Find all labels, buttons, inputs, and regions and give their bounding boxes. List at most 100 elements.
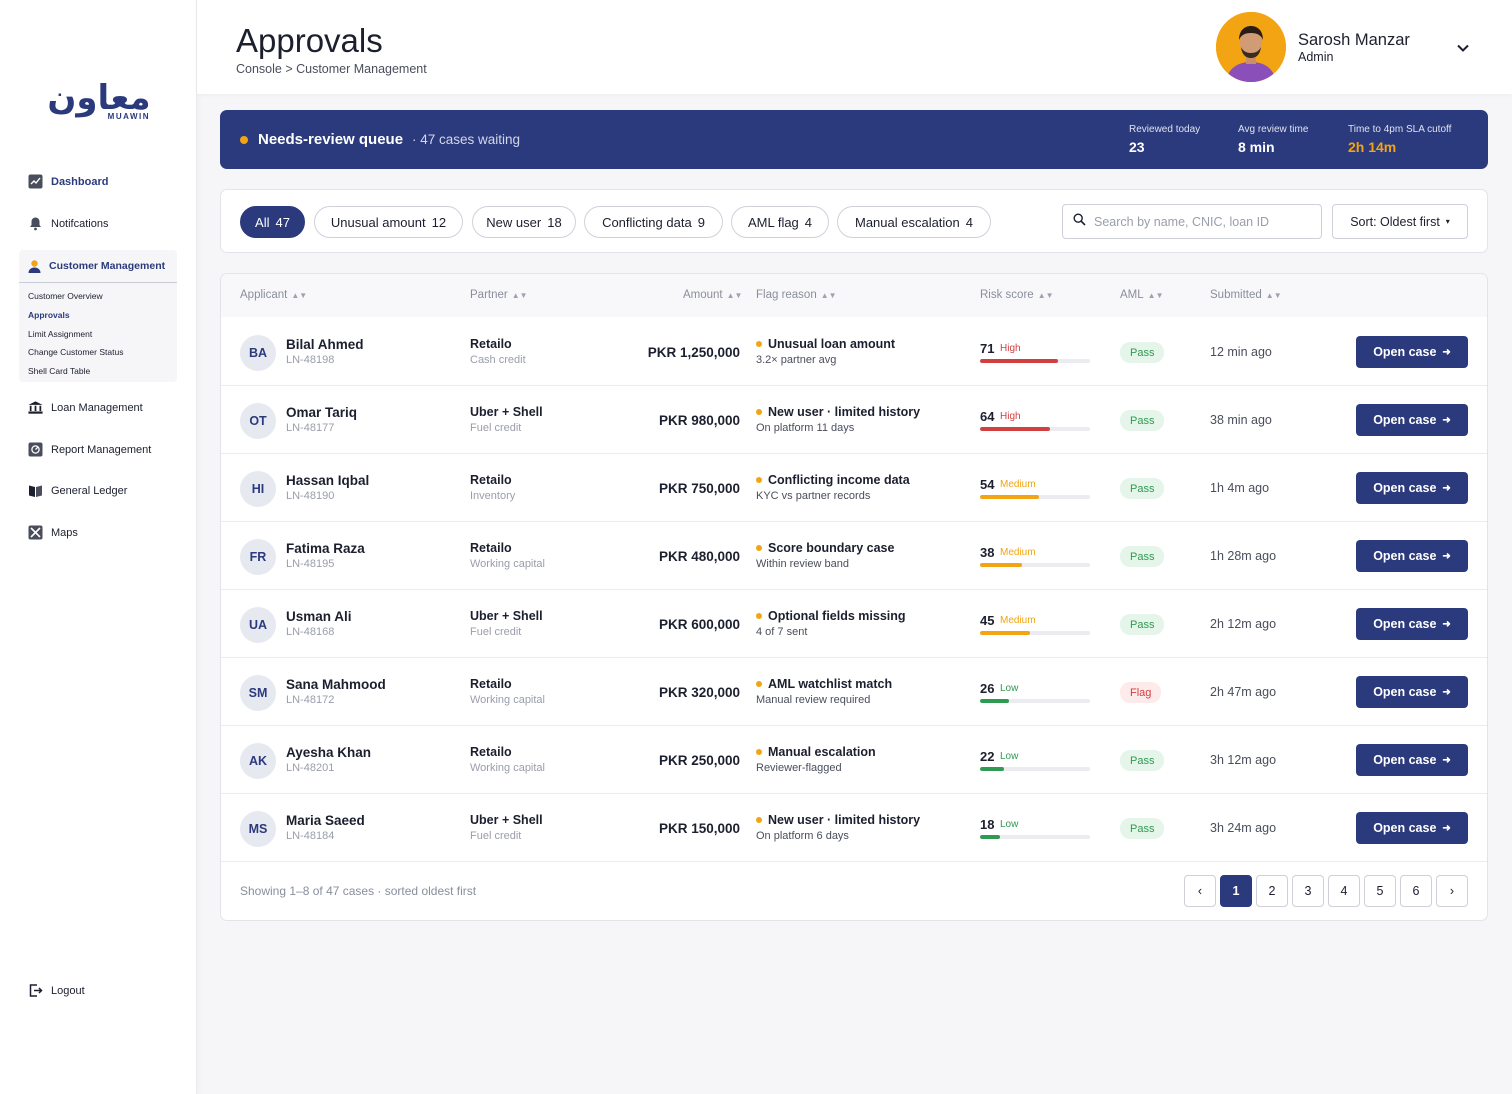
pagination-page-3[interactable]: 3	[1292, 875, 1324, 907]
table-header: Applicant ▲▼ Partner ▲▼ Amount ▲▼ Flag reas…	[221, 274, 1487, 317]
logout-button[interactable]: Logout	[28, 983, 85, 998]
chip-count: 4	[804, 214, 813, 230]
partner-name: Retailo	[470, 337, 512, 351]
column-header-partner[interactable]: Partner ▲▼	[470, 289, 528, 301]
table-row: AK Ayesha Khan LN-48201 Retailo Working capi…	[221, 726, 1487, 794]
aml-badge: Pass	[1120, 478, 1165, 499]
flag-reason: Conflicting income data	[768, 473, 910, 487]
pagination-next-button[interactable]: ›	[1436, 875, 1468, 907]
flag-reason: New user · limited history	[768, 405, 921, 419]
sidebar-item-dashboard[interactable]: Dashboard	[28, 174, 108, 189]
table-row: UA Usman Ali LN-48168 Uber + Shell Fuel cred…	[221, 590, 1487, 658]
loan-id: LN-48190	[286, 490, 335, 502]
flag-reason: New user · limited history	[768, 813, 921, 827]
flag-detail: 3.2× partner avg	[756, 354, 837, 366]
submitted-time: 3h 24m ago	[1210, 821, 1277, 835]
pagination-page-6[interactable]: 6	[1400, 875, 1432, 907]
filter-chip-aml-flag[interactable]: AML flag 4	[731, 206, 829, 238]
sub-item-limit-assignment[interactable]: Limit Assignment	[28, 329, 92, 339]
filter-chip-all[interactable]: All 47	[240, 206, 305, 238]
needs-review-banner: Needs-review queue · 47 cases waiting Re…	[220, 110, 1488, 169]
open-case-label: Open case	[1373, 413, 1437, 427]
stat-sla-cutoff: Time to 4pm SLA cutoff 2h 14m	[1348, 124, 1451, 155]
open-case-button[interactable]: Open case ➜	[1356, 336, 1468, 368]
avatar[interactable]	[1216, 12, 1286, 82]
search-input[interactable]	[1094, 214, 1314, 229]
open-case-label: Open case	[1373, 481, 1437, 495]
flag-dot	[756, 681, 762, 687]
chip-count: 4	[965, 214, 974, 230]
breadcrumb[interactable]: Console > Customer Management	[236, 62, 427, 76]
partner-name: Uber + Shell	[470, 405, 543, 419]
risk-score: 71	[980, 341, 995, 356]
filter-chip-manual-escalation[interactable]: Manual escalation 4	[837, 206, 991, 238]
sort-dropdown[interactable]: Sort: Oldest first ▾	[1332, 204, 1468, 239]
column-header-applicant[interactable]: Applicant ▲▼	[240, 289, 307, 301]
column-header-submitted[interactable]: Submitted ▲▼	[1210, 289, 1282, 301]
search-box[interactable]	[1062, 204, 1322, 239]
muawin-logo[interactable]: معاون MUAWIN	[42, 80, 156, 126]
aml-badge: Pass	[1120, 750, 1165, 771]
sub-item-customer-overview[interactable]: Customer Overview	[28, 291, 103, 301]
chip-label: Manual escalation	[854, 214, 960, 230]
open-case-button[interactable]: Open case ➜	[1356, 472, 1468, 504]
risk-score: 22	[980, 749, 995, 764]
risk-bar	[980, 427, 1090, 431]
column-header-amount[interactable]: Amount ▲▼	[683, 289, 742, 301]
flag-dot	[756, 409, 762, 415]
open-case-button[interactable]: Open case ➜	[1356, 744, 1468, 776]
risk-level: Low	[1000, 683, 1019, 694]
flag-detail: Within review band	[756, 558, 849, 570]
sub-item-change-customer-status[interactable]: Change Customer Status	[28, 347, 123, 357]
pagination-page-5[interactable]: 5	[1364, 875, 1396, 907]
flag-dot	[756, 545, 762, 551]
bank-icon	[28, 400, 43, 415]
filter-chip-new-user[interactable]: New user 18	[472, 206, 576, 238]
sidebar-item-general-ledger[interactable]: General Ledger	[28, 483, 127, 498]
risk-score: 45	[980, 613, 995, 628]
sub-item-approvals[interactable]: Approvals	[28, 310, 70, 320]
banner-count: · 47 cases waiting	[412, 132, 521, 147]
banner-title: Needs-review queue	[258, 131, 404, 148]
open-case-button[interactable]: Open case ➜	[1356, 676, 1468, 708]
sort-icon: ▲▼	[820, 291, 837, 300]
submitted-time: 2h 12m ago	[1210, 617, 1277, 631]
risk-bar-fill	[980, 359, 1059, 363]
sidebar-item-loan-management[interactable]: Loan Management	[28, 400, 143, 415]
table-row: OT Omar Tariq LN-48177 Uber + Shell Fuel cre…	[221, 386, 1487, 454]
aml-badge: Pass	[1120, 410, 1165, 431]
risk-level: Medium	[1000, 479, 1036, 490]
open-case-button[interactable]: Open case ➜	[1356, 812, 1468, 844]
flag-reason: Optional fields missing	[768, 609, 906, 623]
chevron-down-icon[interactable]	[1453, 38, 1473, 58]
sidebar-item-report-management[interactable]: Report Management	[28, 442, 151, 457]
column-header-aml[interactable]: AML ▲▼	[1120, 289, 1164, 301]
sidebar-item-maps[interactable]: Maps	[28, 525, 78, 540]
chart-icon	[28, 174, 43, 189]
open-case-button[interactable]: Open case ➜	[1356, 404, 1468, 436]
sidebar-item-label: General Ledger	[51, 484, 128, 497]
partner-name: Retailo	[470, 541, 512, 555]
loan-id: LN-48168	[286, 626, 335, 638]
risk-level: Medium	[1000, 615, 1036, 626]
pagination-page-2[interactable]: 2	[1256, 875, 1288, 907]
arrow-right-icon: ➜	[1442, 414, 1451, 426]
submitted-time: 12 min ago	[1210, 345, 1272, 359]
open-case-button[interactable]: Open case ➜	[1356, 608, 1468, 640]
column-header-flag-reason[interactable]: Flag reason ▲▼	[756, 289, 837, 301]
loan-id: LN-48201	[286, 762, 335, 774]
flag-reason: Manual escalation	[768, 745, 876, 759]
column-header-risk-score[interactable]: Risk score ▲▼	[980, 289, 1054, 301]
flag-reason: AML watchlist match	[768, 677, 893, 691]
filter-chip-conflicting-data[interactable]: Conflicting data 9	[584, 206, 723, 238]
sidebar-item-notifications[interactable]: Notifcations	[28, 216, 108, 231]
applicant-initials: OT	[240, 403, 276, 439]
sidebar-item-customer-management[interactable]: Customer Management	[19, 250, 177, 283]
open-case-button[interactable]: Open case ➜	[1356, 540, 1468, 572]
pagination-page-1[interactable]: 1	[1220, 875, 1252, 907]
pagination-prev-button[interactable]: ‹	[1184, 875, 1216, 907]
sub-item-shell-card-table[interactable]: Shell Card Table	[28, 366, 90, 376]
pagination-page-4[interactable]: 4	[1328, 875, 1360, 907]
loan-amount: PKR 150,000	[658, 821, 740, 836]
filter-chip-unusual-amount[interactable]: Unusual amount 12	[314, 206, 463, 238]
